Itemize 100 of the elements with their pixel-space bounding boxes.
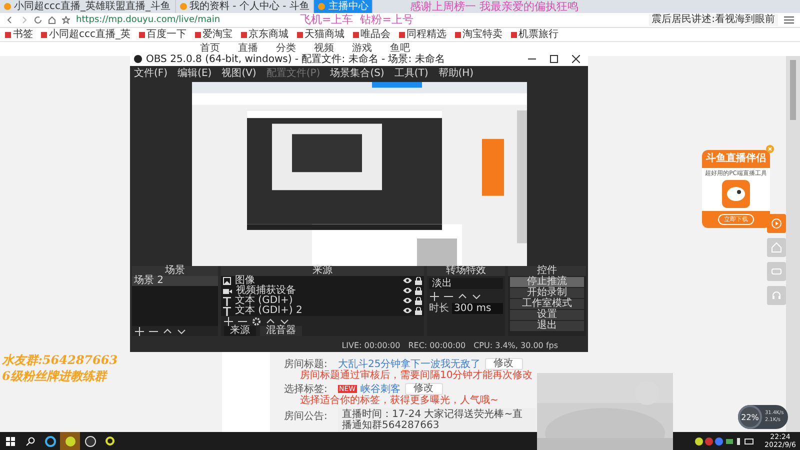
menu-item[interactable]: 工具(T) [394,66,428,80]
source-item[interactable]: 图像 [235,276,255,286]
scene-item[interactable]: 场景 2 [132,276,218,286]
site-nav-item[interactable]: 鱼吧 [390,43,410,55]
obs-icon[interactable] [84,436,96,446]
play-icon [771,218,782,229]
lock-icon[interactable] [415,297,422,305]
dock-header: 控件 [508,266,586,276]
headset-icon [771,290,782,301]
site-nav-item[interactable]: 首页 [200,43,220,55]
edit-button[interactable]: 修改 [404,383,443,395]
news-ticker[interactable]: 震后居民讲述:看视海到眼前 [648,14,778,26]
windows-icon[interactable] [6,436,14,446]
lock-icon[interactable] [415,307,422,315]
source-item[interactable]: 视频捕获设备 [236,286,296,296]
reload-icon[interactable] [34,16,42,24]
control-button[interactable]: 工作室模式 [510,299,584,309]
eye-icon[interactable] [403,287,412,294]
play-button[interactable] [767,214,786,233]
tray-icons-drawing[interactable] [694,436,755,446]
image-icon [223,277,231,285]
back-icon[interactable] [6,16,14,24]
bookmark[interactable]: 机票旅行 [510,28,558,40]
bookmark[interactable]: 同程精选 [398,28,446,40]
menu-item[interactable]: 文件(F) [134,66,168,80]
dock-tab[interactable]: 混音器 [260,326,302,336]
eye-icon[interactable] [403,307,412,314]
live-time: LIVE: 00:00:00 [342,341,400,350]
bookmark[interactable]: 爱淘宝 [194,28,232,40]
ring-icon[interactable] [105,436,115,446]
search-icon[interactable] [26,436,34,446]
menu-item[interactable]: 场景集合(S) [330,66,384,80]
field-label: 房间公告: [284,410,328,423]
control-button[interactable]: 退出 [510,321,584,331]
add-icon[interactable] [135,326,144,336]
dock-header: 场景 [132,266,218,276]
bookmark[interactable]: 天猫商城 [296,28,344,40]
menu-item[interactable]: 编辑(E) [178,66,212,80]
menu-item[interactable]: 视图(V) [222,66,256,80]
move-down-icon[interactable] [472,292,481,300]
control-button[interactable]: 设置 [510,310,584,320]
duration-field[interactable]: 300 ms [452,302,503,314]
site-nav-item[interactable]: 直播 [238,43,258,55]
camera-icon [223,288,232,294]
address-field[interactable]: https://mp.douyu.com/live/main [76,14,220,26]
lock-icon[interactable] [415,277,422,285]
tag-link[interactable]: 峡谷刺客 [360,382,401,396]
field-label: 时长 [429,302,449,315]
site-nav-item[interactable]: 游戏 [352,43,372,55]
close-icon[interactable] [572,55,580,63]
dock-header: 来源 [221,266,424,276]
rec-time: REC: 00:00:00 [408,341,466,350]
menu-icon[interactable] [784,16,794,24]
control-button[interactable]: 开始录制 [510,288,584,298]
lock-icon[interactable] [415,287,422,295]
home-icon [771,242,782,253]
banner-text: 感谢上周榜一 我最亲爱的偏执狂鸣 [410,0,578,13]
bookmark[interactable]: 京东商城 [240,28,288,40]
hint-text: 房间标题通过审核后，需要间隔10分钟才能再次修改 [299,370,533,381]
source-item[interactable]: 文本 (GDI+) 2 [235,306,302,316]
move-down-icon[interactable] [177,326,186,336]
gear-icon[interactable] [252,316,261,326]
scrollbar[interactable] [786,56,800,432]
add-icon[interactable] [224,316,233,326]
overlay-text: 6级粉丝牌进教练群 [2,368,109,384]
control-button[interactable]: 停止推流 [510,277,584,287]
site-nav-item[interactable]: 视频 [314,43,334,55]
cpu-reading: CPU: 3.4%, 30.00 fps [474,341,558,350]
menu-item[interactable]: 帮助(H) [438,66,474,80]
banner-text: 飞机=上车 钻粉=上号 [300,13,414,26]
move-up-icon[interactable] [266,316,275,326]
overlay-text: 水友群:564287663 [2,352,118,368]
usage-reading: 22% [738,405,762,429]
bookmark[interactable]: 百度一下 [138,28,186,40]
site-nav-item[interactable]: 分类 [276,43,296,55]
move-up-icon[interactable] [163,326,172,336]
field-label: 房间标题: [284,358,328,370]
move-up-icon[interactable] [458,292,467,300]
app-logo-icon [722,180,750,208]
edit-button[interactable]: 修改 [484,358,523,370]
home-icon[interactable] [48,16,56,24]
browser-icon[interactable] [44,436,56,446]
dock-tab[interactable]: 来源 [224,326,256,336]
transition-select[interactable]: 淡出 [429,278,503,289]
bookmark[interactable]: 唯品会 [352,28,390,40]
window-title: OBS 25.0.8 (64-bit, windows) - 配置文件: 未命名 - 场景: 未命名 [146,52,445,66]
star-icon[interactable] [62,16,70,24]
bookmark[interactable]: 淘宝特卖 [454,28,502,40]
add-icon[interactable] [430,292,439,300]
room-title: 大乱斗25分钟拿下一波我无敌了 [338,358,481,370]
eye-icon[interactable] [403,277,412,284]
bookmark[interactable]: 书签 [5,28,33,40]
source-item[interactable]: 文本 (GDI+) [235,296,293,306]
dock-header: 转场特效 [427,266,505,276]
eye-icon[interactable] [403,297,412,304]
maximize-icon[interactable] [550,55,558,63]
move-down-icon[interactable] [280,316,289,326]
notice-field[interactable]: 直播时间：17-24 大家记得送荧光棒~直播通知群564287663 [338,408,536,432]
app-icon[interactable] [64,436,76,446]
bookmark[interactable]: 小同超ccc直播_英 [41,28,130,40]
